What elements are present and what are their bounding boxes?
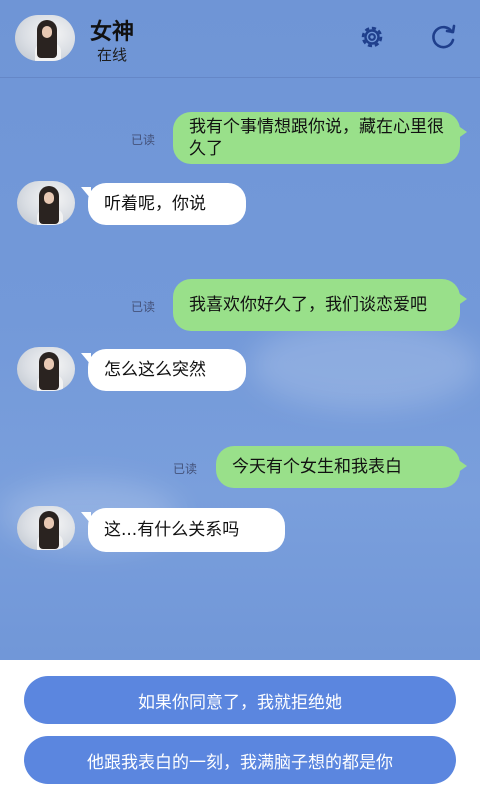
contact-name: 女神 [90,20,135,45]
message-text: 听着呢，你说 [104,194,206,214]
gear-icon [361,26,383,48]
contact-avatar [17,181,75,225]
contact-avatar[interactable] [15,15,75,61]
message-row: 已读 我喜欢你好久了，我们谈恋爱吧 [0,279,480,331]
incoming-message: 这...有什么关系吗 [81,508,285,552]
incoming-message: 听着呢，你说 [81,183,246,225]
outgoing-message: 我喜欢你好久了，我们谈恋爱吧 [173,279,467,331]
message-text: 怎么这么突然 [104,360,206,380]
chat-header: 女神 在线 [0,0,480,78]
settings-button[interactable] [357,22,387,52]
message-row: 已读 今天有个女生和我表白 [0,446,480,488]
reply-option-button[interactable]: 如果你同意了，我就拒绝她 [24,676,456,724]
refresh-button[interactable] [428,22,458,52]
read-receipt: 已读 [131,133,156,147]
message-text: 我有个事情想跟你说，藏在心里很久了 [189,117,444,159]
reply-option-button[interactable]: 他跟我表白的一刻，我满脑子想的都是你 [24,736,456,784]
contact-avatar [17,506,75,550]
outgoing-message: 今天有个女生和我表白 [216,446,467,488]
message-row: 听着呢，你说 [0,181,480,227]
read-receipt: 已读 [131,300,156,314]
message-text: 这...有什么关系吗 [104,520,240,540]
read-receipt: 已读 [173,462,198,476]
message-text: 我喜欢你好久了，我们谈恋爱吧 [189,295,427,315]
message-row: 已读 我有个事情想跟你说，藏在心里很久了 [0,112,480,164]
message-text: 今天有个女生和我表白 [232,457,402,477]
refresh-icon [432,24,456,49]
reply-panel: 如果你同意了，我就拒绝她 他跟我表白的一刻，我满脑子想的都是你 [0,660,480,800]
message-row: 这...有什么关系吗 [0,506,480,552]
contact-avatar [17,347,75,391]
outgoing-message: 我有个事情想跟你说，藏在心里很久了 [173,112,467,164]
contact-status: 在线 [97,46,128,64]
incoming-message: 怎么这么突然 [81,349,246,391]
message-row: 怎么这么突然 [0,347,480,393]
